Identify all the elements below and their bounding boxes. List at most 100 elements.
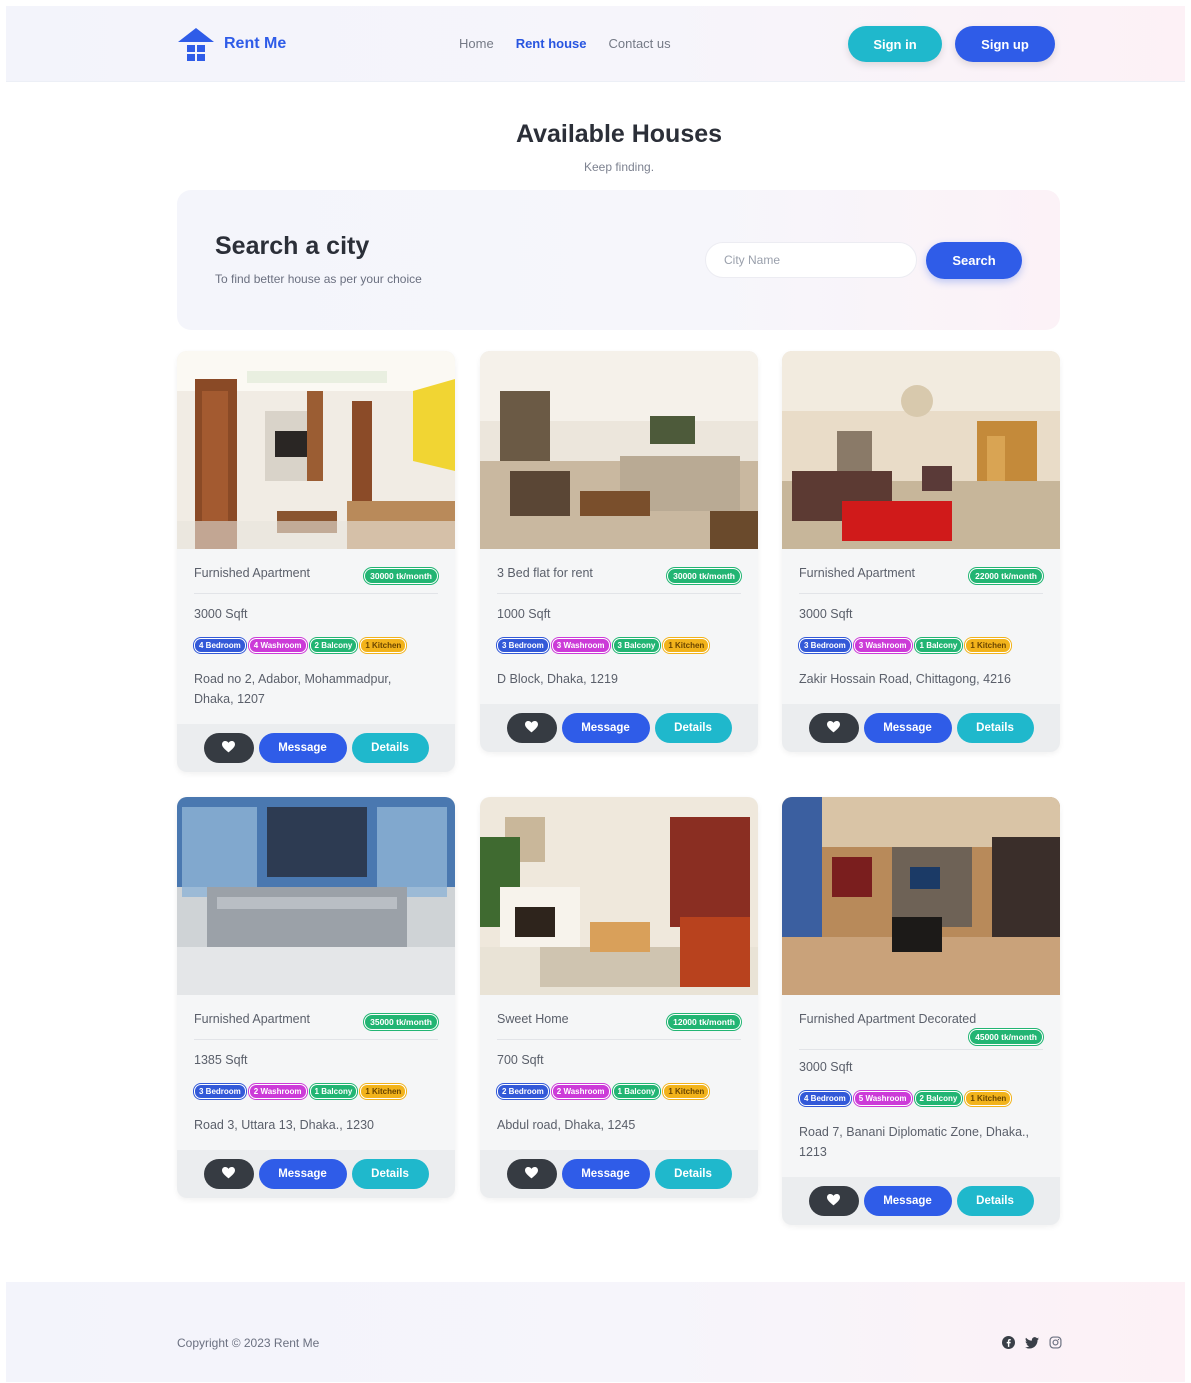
listing-photo[interactable] (177, 351, 455, 549)
details-button[interactable]: Details (654, 1159, 732, 1189)
balcony-badge: 2 Balcony (914, 1091, 963, 1106)
favorite-button[interactable] (808, 713, 859, 743)
listing-photo[interactable] (480, 797, 758, 995)
price-badge: 45000 tk/month (969, 1029, 1043, 1045)
kitchen-badge: 1 Kitchen (663, 638, 710, 653)
brand[interactable]: Rent Me (176, 26, 286, 62)
details-button[interactable]: Details (956, 713, 1034, 743)
bedroom-badge: 4 Bedroom (799, 1091, 851, 1106)
washroom-badge: 4 Washroom (248, 638, 307, 653)
listing-address: Road 7, Banani Diplomatic Zone, Dhaka., … (799, 1125, 1029, 1159)
social-links (1002, 1336, 1062, 1349)
listing-card: Furnished Apartment 22000 tk/month 3000 … (782, 351, 1060, 752)
balcony-badge: 1 Balcony (612, 1084, 661, 1099)
details-button[interactable]: Details (654, 713, 732, 743)
twitter-icon[interactable] (1025, 1336, 1039, 1349)
message-button[interactable]: Message (863, 1186, 952, 1216)
listing-photo[interactable] (782, 797, 1060, 995)
details-button[interactable]: Details (351, 1159, 429, 1189)
nav-rent-house[interactable]: Rent house (516, 36, 587, 51)
listing-area: 3000 Sqft (194, 607, 248, 621)
feature-badges: 4 Bedroom 4 Washroom 2 Balcony 1 Kitchen (194, 638, 438, 653)
heart-icon (827, 1193, 840, 1209)
favorite-button[interactable] (203, 1159, 254, 1189)
card-actions: Message Details (782, 1177, 1060, 1225)
listing-title: Furnished Apartment (194, 1012, 311, 1026)
details-button[interactable]: Details (956, 1186, 1034, 1216)
card-actions: Message Details (177, 1150, 455, 1198)
feature-badges: 3 Bedroom 2 Washroom 1 Balcony 1 Kitchen (194, 1084, 438, 1099)
details-button[interactable]: Details (351, 733, 429, 763)
card-actions: Message Details (177, 724, 455, 772)
listing-photo[interactable] (480, 351, 758, 549)
bedroom-badge: 3 Bedroom (194, 1084, 246, 1099)
site-header: Rent Me Home Rent house Contact us Sign … (6, 6, 1185, 82)
listing-address: Abdul road, Dhaka, 1245 (497, 1118, 636, 1132)
favorite-button[interactable] (506, 1159, 557, 1189)
bedroom-badge: 2 Bedroom (497, 1084, 549, 1099)
page-subtitle: Keep finding. (583, 160, 655, 174)
price-badge: 30000 tk/month (364, 568, 438, 584)
heart-icon (222, 740, 235, 756)
listing-address: Road 3, Uttara 13, Dhaka., 1230 (194, 1118, 374, 1132)
message-button[interactable]: Message (258, 1159, 347, 1189)
bedroom-badge: 4 Bedroom (194, 638, 246, 653)
listing-title: Furnished Apartment Decorated (799, 1012, 977, 1026)
listing-card: Furnished Apartment 30000 tk/month 3000 … (177, 351, 455, 772)
message-button[interactable]: Message (258, 733, 347, 763)
card-actions: Message Details (480, 704, 758, 752)
feature-badges: 4 Bedroom 5 Washroom 2 Balcony 1 Kitchen (799, 1091, 1043, 1106)
kitchen-badge: 1 Kitchen (965, 1091, 1012, 1106)
kitchen-badge: 1 Kitchen (360, 1084, 407, 1099)
listing-address: Zakir Hossain Road, Chittagong, 4216 (799, 672, 1011, 686)
search-description: To find better house as per your choice (215, 272, 422, 286)
house-logo-icon (176, 26, 216, 62)
listing-card: Furnished Apartment 35000 tk/month 1385 … (177, 797, 455, 1198)
favorite-button[interactable] (808, 1186, 859, 1216)
listing-card: Furnished Apartment Decorated 45000 tk/m… (782, 797, 1060, 1225)
search-title: Search a city (215, 232, 370, 260)
price-badge: 30000 tk/month (667, 568, 741, 584)
listing-area: 1000 Sqft (497, 607, 551, 621)
brand-name: Rent Me (224, 35, 287, 52)
listing-title: 3 Bed flat for rent (497, 566, 593, 580)
copyright-text: Copyright © 2023 Rent Me (177, 1336, 320, 1350)
listing-photo[interactable] (782, 351, 1060, 549)
balcony-badge: 2 Balcony (309, 638, 358, 653)
favorite-button[interactable] (506, 713, 557, 743)
card-actions: Message Details (782, 704, 1060, 752)
search-button[interactable]: Search (926, 242, 1022, 279)
washroom-badge: 3 Washroom (551, 638, 610, 653)
heart-icon (525, 720, 538, 736)
price-badge: 12000 tk/month (667, 1014, 741, 1030)
nav-contact-us[interactable]: Contact us (608, 36, 670, 51)
favorite-button[interactable] (203, 733, 254, 763)
kitchen-badge: 1 Kitchen (663, 1084, 710, 1099)
kitchen-badge: 1 Kitchen (360, 638, 407, 653)
nav-home[interactable]: Home (459, 36, 494, 51)
auth-buttons: Sign in Sign up (848, 26, 1055, 62)
listing-area: 1385 Sqft (194, 1053, 248, 1067)
listing-title: Furnished Apartment (194, 566, 311, 580)
message-button[interactable]: Message (863, 713, 952, 743)
card-actions: Message Details (480, 1150, 758, 1198)
city-search-input[interactable] (705, 242, 917, 278)
sign-up-button[interactable]: Sign up (955, 26, 1055, 62)
listing-title: Sweet Home (497, 1012, 569, 1026)
bedroom-badge: 3 Bedroom (497, 638, 549, 653)
balcony-badge: 3 Balcony (612, 638, 661, 653)
balcony-badge: 1 Balcony (914, 638, 963, 653)
listing-area: 700 Sqft (497, 1053, 544, 1067)
listing-photo[interactable] (177, 797, 455, 995)
facebook-icon[interactable] (1002, 1336, 1015, 1349)
washroom-badge: 2 Washroom (248, 1084, 307, 1099)
balcony-badge: 1 Balcony (309, 1084, 358, 1099)
message-button[interactable]: Message (561, 1159, 650, 1189)
site-footer: Copyright © 2023 Rent Me (6, 1282, 1185, 1382)
washroom-badge: 3 Washroom (853, 638, 912, 653)
instagram-icon[interactable] (1049, 1336, 1062, 1349)
listing-card: Sweet Home 12000 tk/month 700 Sqft 2 Bed… (480, 797, 758, 1198)
sign-in-button[interactable]: Sign in (848, 26, 942, 62)
message-button[interactable]: Message (561, 713, 650, 743)
listing-area: 3000 Sqft (799, 607, 853, 621)
